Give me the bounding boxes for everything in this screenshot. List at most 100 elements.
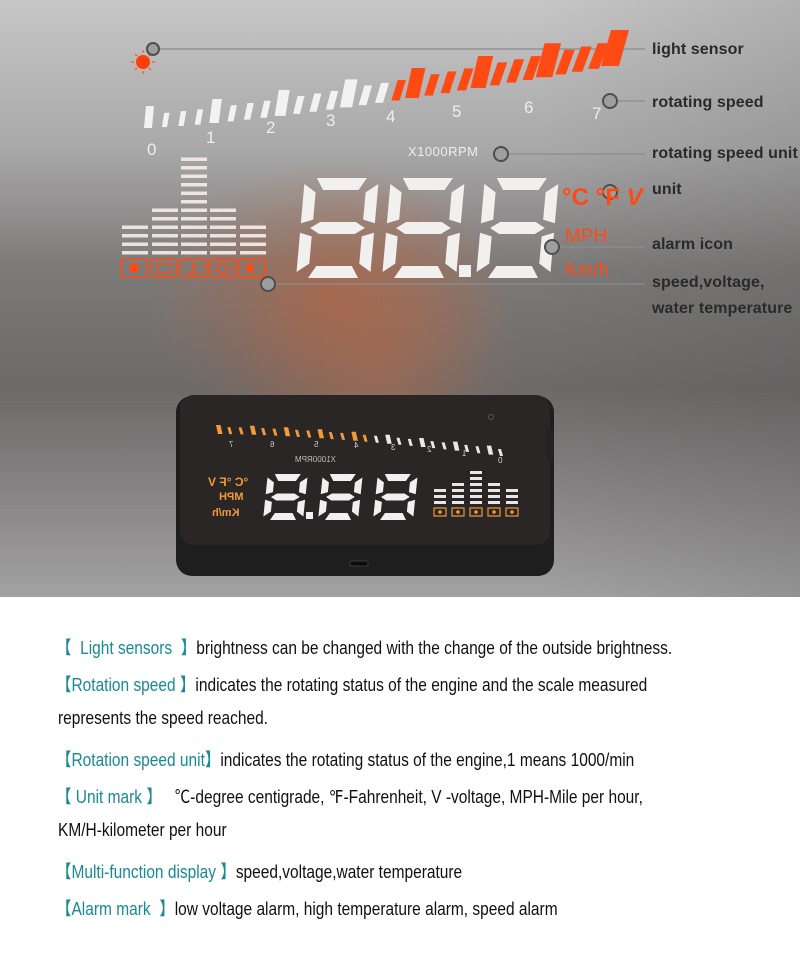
digit-segment: [445, 232, 461, 272]
desc-light-sensors: 【 Light sensors 】brightness can be chang…: [56, 634, 672, 660]
rpm-bar: [375, 82, 389, 103]
rpm-bar: [339, 79, 358, 108]
equalizer-bar: [152, 225, 178, 229]
digit-segment: [310, 222, 365, 234]
rpm-bar: [274, 89, 290, 116]
digit-segment: [449, 184, 465, 224]
device-rpm-unit-label: X1000RPM: [295, 455, 336, 464]
digit-segment: [543, 184, 559, 224]
rpm-bar: [391, 80, 406, 101]
rpm-tick-label: 6: [524, 98, 534, 117]
bracket-open: 【: [56, 862, 72, 882]
battery-icon: [149, 258, 178, 278]
equalizer-bar: [181, 234, 207, 238]
equalizer-bar: [122, 251, 148, 255]
digit-segment: [488, 266, 538, 278]
equalizer-bar: [210, 242, 236, 246]
digit-segment: [394, 266, 444, 278]
thermometer-glyph: [187, 262, 199, 274]
device-equalizer-bar: [452, 489, 464, 492]
equalizer-bar: [210, 234, 236, 238]
bracket-close: 】: [179, 675, 196, 695]
device-equalizer-bar: [506, 489, 518, 492]
device-kmh-unit: Km/h: [212, 507, 240, 519]
device-equalizer-bar: [470, 495, 482, 498]
device-equalizer-bar: [452, 483, 464, 486]
device-screen: [180, 395, 550, 545]
equalizer-bar: [240, 251, 266, 255]
device-tick-label: 3: [391, 443, 396, 452]
device-temp-units: °C °F V: [208, 475, 249, 489]
device-equalizer-bar: [488, 489, 500, 492]
equalizer-bar: [181, 225, 207, 229]
digit-segment: [381, 493, 410, 501]
rpm-tick-label: 3: [326, 111, 336, 130]
device-equalizer-bar: [434, 495, 446, 498]
battery-glyph: [155, 263, 172, 274]
device-decimal-point: [306, 512, 313, 519]
device-side-button: [546, 430, 554, 460]
device-equalizer-bar: [470, 477, 482, 480]
device-tick-label: 4: [354, 441, 359, 450]
callout-dot-rotating-speed: [602, 93, 618, 109]
device-equalizer-bar: [488, 501, 500, 504]
keyword: Rotation speed unit: [71, 750, 205, 770]
rpm-unit-label: X1000RPM: [408, 144, 479, 159]
equalizer-bar: [181, 251, 207, 255]
desc-text: ℃-degree centigrade, ℉-Fahrenheit, V -vo…: [174, 787, 643, 807]
device-equalizer-bar: [506, 495, 518, 498]
equalizer-bar: [152, 217, 178, 221]
rpm-bar: [260, 100, 271, 118]
seven-segment-display: [296, 178, 559, 278]
rpm-bar: [440, 71, 457, 94]
callout-speed-voltage: speed,voltage,: [652, 274, 765, 291]
equalizer-bar: [181, 208, 207, 212]
device-equalizer-bar: [470, 489, 482, 492]
callout-dot-speed: [260, 276, 276, 292]
alarm-icon-row: [120, 258, 266, 278]
bracket-close: 】: [146, 787, 162, 807]
keyword: Alarm mark: [71, 899, 151, 919]
keyword: Rotation speed: [71, 675, 176, 695]
device-alarm-glyph: [438, 510, 442, 514]
device-tick-label: 2: [427, 445, 432, 454]
device-alarm-glyph: [474, 510, 478, 514]
bracket-close: 】: [180, 638, 197, 658]
rpm-bar: [309, 93, 322, 112]
rpm-bar: [405, 68, 426, 99]
equalizer-bar: [210, 251, 236, 255]
digit-segment: [496, 178, 547, 190]
rpm-bar: [243, 103, 254, 120]
equalizer-bars: [122, 157, 266, 255]
desc-text: indicates the rotating status of the eng…: [195, 675, 648, 695]
bracket-open: 【: [56, 787, 72, 807]
equalizer-bar: [210, 208, 236, 212]
device-equalizer-bar: [434, 489, 446, 492]
equalizer-bar: [152, 208, 178, 212]
device-tick-label: 1: [462, 449, 467, 458]
device-alarm-glyph: [492, 510, 496, 514]
digit-segment: [271, 493, 300, 501]
digit-segment: [359, 232, 375, 272]
rpm-bar: [424, 74, 440, 96]
speedometer-icon: [208, 258, 237, 278]
callout-rotating-speed-unit: rotating speed unit: [652, 145, 798, 162]
digit-segment: [476, 232, 492, 272]
speaker-glyph: [246, 261, 253, 275]
digit-segment: [308, 266, 358, 278]
equalizer-bar: [240, 242, 266, 246]
device-equalizer-bar: [452, 495, 464, 498]
digit-segment: [396, 222, 451, 234]
desc-text: brightness can be changed with the chang…: [196, 638, 673, 658]
bracket-close: 】: [159, 899, 175, 919]
bracket-close: 】: [204, 750, 221, 770]
decimal-point: [459, 265, 471, 277]
volt-unit: V: [626, 184, 643, 211]
celsius-unit: °C: [562, 184, 589, 211]
equalizer-bar: [152, 251, 178, 255]
digit-segment: [490, 222, 545, 234]
bracket-open: 【: [56, 638, 72, 658]
desc-alarm-mark: 【Alarm mark 】low voltage alarm, high tem…: [56, 895, 558, 921]
equalizer-bar: [181, 166, 207, 170]
callout-dot-light-sensor: [146, 42, 160, 56]
